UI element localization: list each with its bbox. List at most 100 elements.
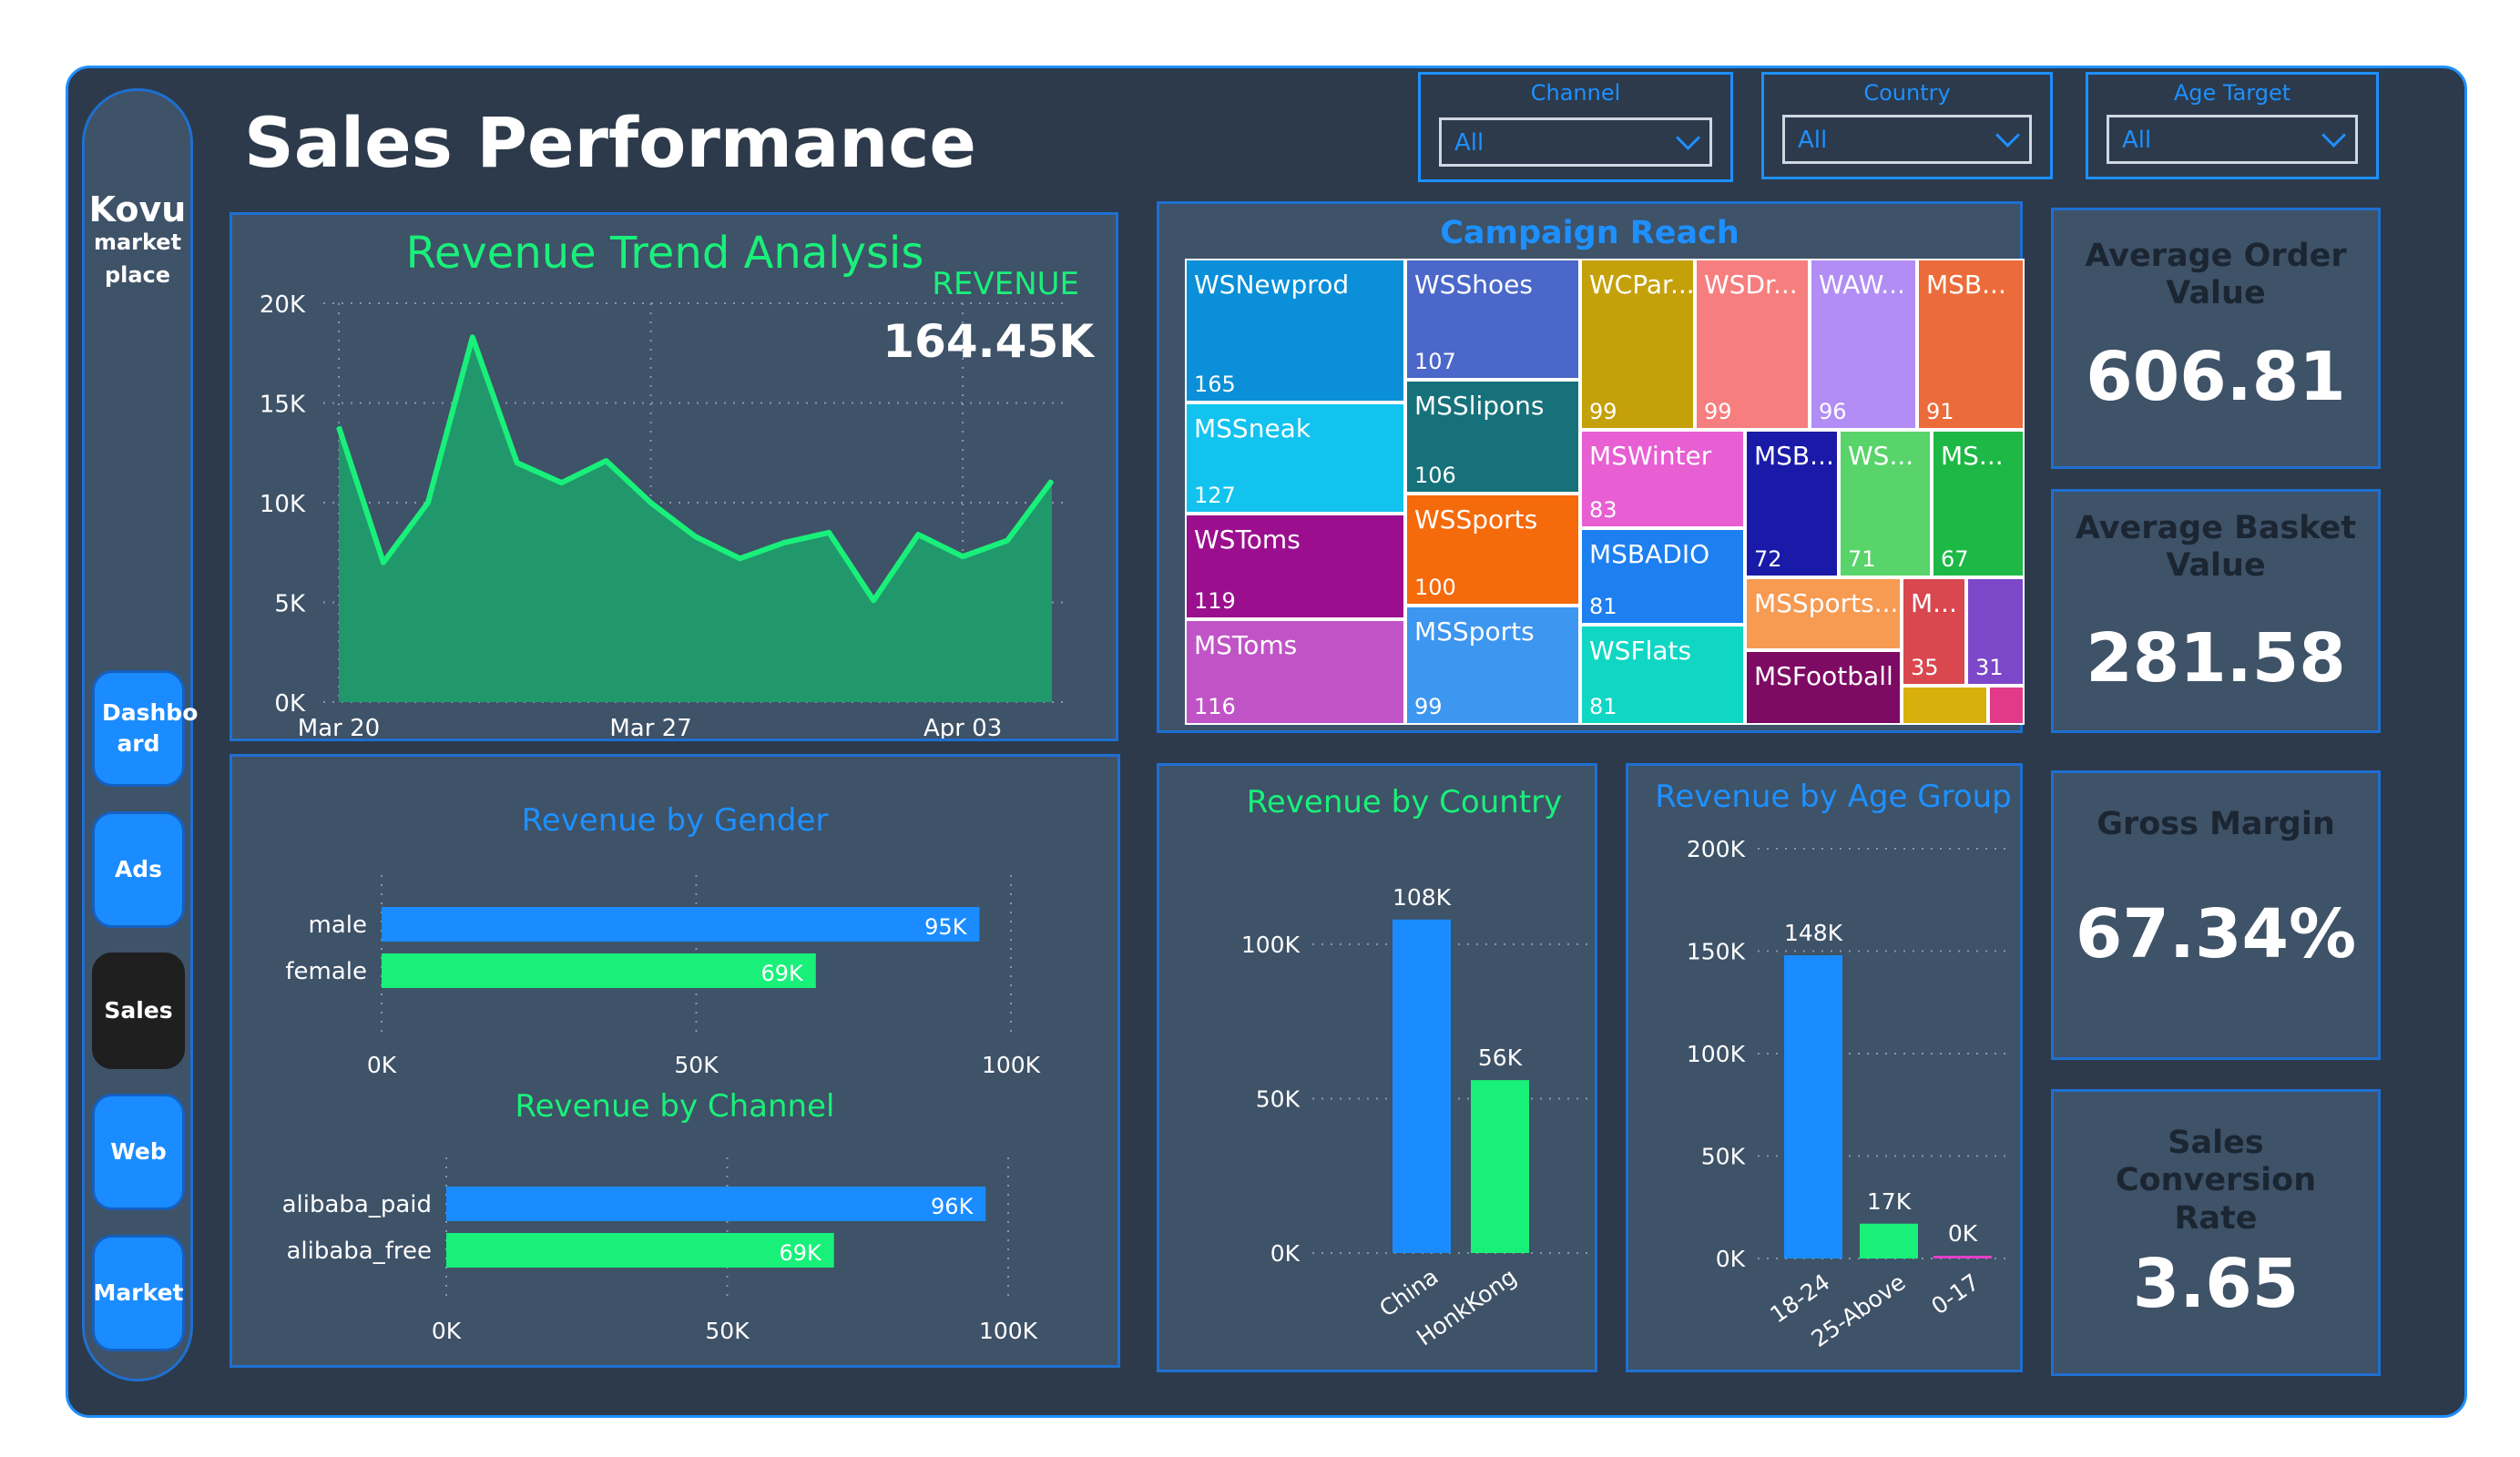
age-target-filter-label: Age Target	[2173, 80, 2291, 106]
age-category-label: 0-17	[1926, 1269, 1984, 1319]
treemap-cell-label: WSShoes	[1414, 270, 1533, 300]
nav-market-button[interactable]: Market	[92, 1235, 185, 1351]
data-point	[739, 557, 741, 560]
age-bar	[1784, 955, 1842, 1258]
treemap-cell[interactable]	[1902, 686, 1988, 725]
kpi-title-average-basket-value: Average Basket Value	[2075, 510, 2357, 585]
treemap-cell[interactable]: WSNewprod 165	[1185, 259, 1405, 402]
treemap-cell-label: WAW...	[1819, 270, 1905, 300]
treemap-cell-value: 107	[1414, 349, 1456, 374]
data-point	[783, 541, 786, 544]
data-point	[694, 535, 697, 538]
channel-data-label: 96K	[931, 1194, 974, 1219]
age-y-tick-label: 50K	[1701, 1144, 1746, 1170]
treemap-cell[interactable]: WS... 71	[1839, 430, 1932, 577]
treemap-cell[interactable]: WCPar... 99	[1580, 259, 1695, 430]
country-filter-dropdown[interactable]: All	[1782, 115, 2032, 164]
brand-name: Kovu	[88, 189, 187, 229]
data-point	[382, 561, 384, 564]
kpi-average-order-value: Average Order Value 606.81	[2051, 208, 2381, 469]
data-point	[1051, 479, 1053, 482]
treemap-cell-label: WCPar...	[1589, 270, 1695, 300]
treemap-cell-value: 127	[1194, 483, 1236, 508]
channel-data-label: 69K	[779, 1240, 822, 1266]
nav-ads-button[interactable]: Ads	[92, 811, 185, 928]
age-data-label: 148K	[1784, 920, 1843, 946]
revenue-area	[339, 337, 1052, 702]
channel-filter: Channel All	[1418, 72, 1733, 182]
country-bar	[1471, 1080, 1529, 1253]
nav-sales-button[interactable]: Sales	[92, 953, 185, 1069]
treemap-cell-label: MSSneak	[1194, 413, 1311, 443]
treemap-cell-value: 165	[1194, 372, 1236, 397]
channel-filter-value: All	[1454, 129, 1484, 157]
treemap-cell[interactable]: MSWinter 83	[1580, 430, 1745, 528]
kpi-value-gross-margin: 67.34%	[2075, 895, 2357, 973]
treemap-cell[interactable]: WSDr... 99	[1695, 259, 1810, 430]
channel-bar	[446, 1233, 834, 1268]
gender-bar	[382, 907, 980, 942]
channel-filter-dropdown[interactable]: All	[1439, 117, 1712, 167]
treemap-cell-label: M...	[1911, 588, 1957, 618]
x-tick-label: Mar 27	[609, 715, 691, 739]
treemap-cell-value: 83	[1589, 497, 1617, 523]
treemap-cell[interactable]	[1988, 686, 2025, 725]
age-target-filter-value: All	[2122, 127, 2152, 154]
channel-x-tick-label: 100K	[979, 1318, 1038, 1344]
treemap-cell[interactable]: WSSports 100	[1405, 494, 1580, 606]
nav-web-button[interactable]: Web	[92, 1094, 185, 1210]
treemap-cell[interactable]: MSSneak 127	[1185, 402, 1405, 514]
treemap-cell-value: 81	[1589, 694, 1617, 719]
treemap-cell[interactable]: 31	[1966, 577, 2025, 686]
kpi-gross-margin: Gross Margin 67.34%	[2051, 770, 2381, 1060]
treemap-cell[interactable]: MS... 67	[1932, 430, 2025, 577]
data-point	[605, 460, 607, 463]
treemap-cell-value: 106	[1414, 463, 1456, 488]
country-y-tick-label: 0K	[1270, 1240, 1301, 1267]
channel-category-label: alibaba_paid	[282, 1191, 432, 1218]
treemap-cell[interactable]: WSToms 119	[1185, 514, 1405, 619]
treemap-cell-label: MSWinter	[1589, 441, 1712, 471]
treemap-cell[interactable]: MSFootball	[1745, 650, 1902, 725]
age-y-tick-label: 150K	[1687, 939, 1746, 965]
channel-x-tick-label: 50K	[705, 1318, 750, 1344]
campaign-reach-panel: Campaign Reach WSNewprod 165 MSSneak 127 WST…	[1157, 201, 2025, 733]
chevron-down-icon	[1995, 123, 2020, 148]
country-bar	[1393, 919, 1451, 1253]
kpi-title-average-order-value: Average Order Value	[2085, 238, 2347, 312]
nav-dashboard-button[interactable]: Dashbo ard	[92, 670, 198, 787]
treemap-cell[interactable]: MSB... 91	[1917, 259, 2025, 430]
treemap-cell[interactable]: MSB... 72	[1745, 430, 1839, 577]
treemap-cell-label: WSFlats	[1589, 636, 1692, 666]
data-point	[426, 502, 429, 504]
treemap-cell-label: MSB...	[1754, 441, 1834, 471]
treemap-cell-label: MSBADIO	[1589, 539, 1710, 569]
treemap-cell-label: WSSports	[1414, 504, 1538, 535]
treemap-cell-value: 35	[1911, 655, 1939, 680]
treemap-cell[interactable]: MSBADIO 81	[1580, 528, 1745, 625]
treemap-cell-value: 99	[1414, 694, 1443, 719]
treemap-cell[interactable]: M... 35	[1902, 577, 1966, 686]
treemap-cell-label: WS...	[1848, 441, 1914, 471]
treemap-cell[interactable]: MSSports 99	[1405, 606, 1580, 725]
treemap-cell[interactable]: WAW... 96	[1810, 259, 1917, 430]
y-tick-label: 5K	[274, 591, 306, 618]
x-tick-label: Apr 03	[923, 715, 1002, 739]
treemap-cell[interactable]: MSToms 116	[1185, 619, 1405, 725]
treemap-cell[interactable]: MSSlipons 106	[1405, 380, 1580, 494]
treemap-cell-label: MSSlipons	[1414, 391, 1545, 421]
treemap-cell[interactable]: WSFlats 81	[1580, 625, 1745, 725]
country-filter: Country All	[1761, 72, 2053, 179]
age-target-filter-dropdown[interactable]: All	[2107, 115, 2358, 164]
y-tick-label: 10K	[260, 491, 306, 518]
brand-sub-2: place	[104, 262, 171, 288]
age-target-filter: Age Target All	[2086, 72, 2379, 179]
treemap-cell-label: MSToms	[1194, 630, 1298, 660]
gender-channel-charts: 0K 50K 100K male 95K female 69K 0K 50K 100K alibab…	[282, 875, 1041, 1344]
kpi-sales-conversion-rate: Sales Conversion Rate 3.65	[2051, 1089, 2381, 1376]
treemap-cell[interactable]: WSShoes 107	[1405, 259, 1580, 380]
treemap-cell[interactable]: MSSports...	[1745, 577, 1902, 650]
nav-sales-label: Sales	[104, 997, 173, 1024]
revenue-trend-panel: Revenue Trend Analysis REVENUE 164.45K 0…	[230, 212, 1118, 741]
nav-ads-label: Ads	[114, 856, 163, 883]
